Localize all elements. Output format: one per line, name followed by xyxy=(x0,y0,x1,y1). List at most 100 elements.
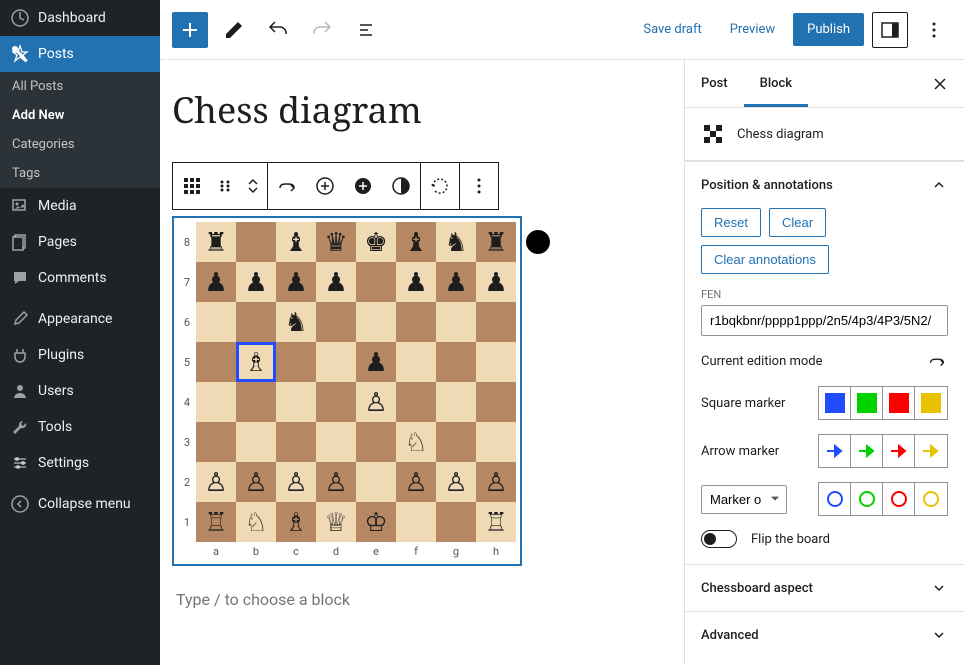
sidebar-item-plugins[interactable]: Plugins xyxy=(0,337,160,373)
square-b6[interactable] xyxy=(236,302,276,342)
edit-mode-button[interactable] xyxy=(216,12,252,48)
square-g7[interactable]: ♟ xyxy=(436,262,476,302)
square-h3[interactable] xyxy=(476,422,516,462)
square-b7[interactable]: ♟ xyxy=(236,262,276,302)
arrow-marker-blue[interactable] xyxy=(819,435,851,467)
sidebar-sub-tags[interactable]: Tags xyxy=(0,159,160,188)
square-marker-blue[interactable] xyxy=(819,387,851,419)
arrow-marker-yellow[interactable] xyxy=(915,435,947,467)
arrow-marker-green[interactable] xyxy=(851,435,883,467)
arrow-marker-red[interactable] xyxy=(883,435,915,467)
square-a7[interactable]: ♟ xyxy=(196,262,236,302)
square-f1[interactable] xyxy=(396,502,436,542)
rotate-button[interactable] xyxy=(421,163,459,209)
square-d1[interactable]: ♕ xyxy=(316,502,356,542)
square-a2[interactable]: ♙ xyxy=(196,462,236,502)
marker-select-wrap[interactable]: Marker o xyxy=(701,485,787,514)
square-d2[interactable]: ♙ xyxy=(316,462,356,502)
fen-input[interactable] xyxy=(701,305,948,336)
square-marker-yellow[interactable] xyxy=(915,387,947,419)
post-title[interactable]: Chess diagram xyxy=(172,85,672,134)
square-b1[interactable]: ♘ xyxy=(236,502,276,542)
square-e2[interactable] xyxy=(356,462,396,502)
square-d6[interactable] xyxy=(316,302,356,342)
panel-advanced-header[interactable]: Advanced xyxy=(685,611,964,658)
square-d8[interactable]: ♛ xyxy=(316,222,356,262)
panel-position-header[interactable]: Position & annotations xyxy=(685,161,964,208)
square-c6[interactable]: ♞ xyxy=(276,302,316,342)
square-a5[interactable] xyxy=(196,342,236,382)
square-f8[interactable]: ♝ xyxy=(396,222,436,262)
sidebar-item-posts[interactable]: Posts xyxy=(0,36,160,72)
arrow-tool-button[interactable] xyxy=(268,163,306,209)
tab-post[interactable]: Post xyxy=(685,60,744,107)
square-g3[interactable] xyxy=(436,422,476,462)
square-g1[interactable] xyxy=(436,502,476,542)
square-c3[interactable] xyxy=(276,422,316,462)
square-c8[interactable]: ♝ xyxy=(276,222,316,262)
square-a3[interactable] xyxy=(196,422,236,462)
square-a8[interactable]: ♜ xyxy=(196,222,236,262)
reset-button[interactable]: Reset xyxy=(701,208,761,237)
square-d3[interactable] xyxy=(316,422,356,462)
square-d4[interactable] xyxy=(316,382,356,422)
redo-button[interactable] xyxy=(304,12,340,48)
circle-marker-yellow[interactable] xyxy=(915,483,947,515)
square-g5[interactable] xyxy=(436,342,476,382)
square-b3[interactable] xyxy=(236,422,276,462)
square-g2[interactable]: ♙ xyxy=(436,462,476,502)
square-a6[interactable] xyxy=(196,302,236,342)
sidebar-sub-categories[interactable]: Categories xyxy=(0,130,160,159)
square-h1[interactable]: ♖ xyxy=(476,502,516,542)
square-g4[interactable] xyxy=(436,382,476,422)
square-f3[interactable]: ♘ xyxy=(396,422,436,462)
square-b8[interactable] xyxy=(236,222,276,262)
square-b5[interactable]: ♗ xyxy=(236,342,276,382)
chessboard-block[interactable]: 8♜♝♛♚♝♞♜7♟♟♟♟♟♟♟6♞5♗♟4♙3♘2♙♙♙♙♙♙♙1♖♘♗♕♔♖… xyxy=(172,216,522,566)
square-marker-red[interactable] xyxy=(883,387,915,419)
sidebar-sub-all-posts[interactable]: All Posts xyxy=(0,72,160,101)
square-g8[interactable]: ♞ xyxy=(436,222,476,262)
publish-button[interactable]: Publish xyxy=(793,13,864,46)
square-h5[interactable] xyxy=(476,342,516,382)
square-f5[interactable] xyxy=(396,342,436,382)
sidebar-item-appearance[interactable]: Appearance xyxy=(0,301,160,337)
square-f7[interactable]: ♟ xyxy=(396,262,436,302)
square-c5[interactable] xyxy=(276,342,316,382)
marker-select[interactable]: Marker o xyxy=(701,485,787,514)
square-e7[interactable] xyxy=(356,262,396,302)
undo-button[interactable] xyxy=(260,12,296,48)
square-c7[interactable]: ♟ xyxy=(276,262,316,302)
sidebar-sub-add-new[interactable]: Add New xyxy=(0,101,160,130)
square-h7[interactable]: ♟ xyxy=(476,262,516,302)
square-h6[interactable] xyxy=(476,302,516,342)
sidebar-item-collapse[interactable]: Collapse menu xyxy=(0,486,160,522)
document-outline-button[interactable] xyxy=(348,12,384,48)
square-f2[interactable]: ♙ xyxy=(396,462,436,502)
circle-marker-blue[interactable] xyxy=(819,483,851,515)
drag-handle[interactable] xyxy=(211,163,239,209)
square-f4[interactable] xyxy=(396,382,436,422)
square-b2[interactable]: ♙ xyxy=(236,462,276,502)
tab-block[interactable]: Block xyxy=(744,60,808,107)
square-d5[interactable] xyxy=(316,342,356,382)
square-f6[interactable] xyxy=(396,302,436,342)
circle-marker-red[interactable] xyxy=(883,483,915,515)
block-appender[interactable]: Type / to choose a block xyxy=(172,590,672,609)
panel-aspect-header[interactable]: Chessboard aspect xyxy=(685,564,964,611)
square-g6[interactable] xyxy=(436,302,476,342)
square-h2[interactable]: ♙ xyxy=(476,462,516,502)
add-piece-filled-button[interactable] xyxy=(344,163,382,209)
sidebar-item-settings[interactable]: Settings xyxy=(0,445,160,481)
contrast-button[interactable] xyxy=(382,163,420,209)
move-updown-button[interactable] xyxy=(239,163,267,209)
add-block-button[interactable] xyxy=(172,12,208,48)
square-c4[interactable] xyxy=(276,382,316,422)
square-c2[interactable]: ♙ xyxy=(276,462,316,502)
square-c1[interactable]: ♗ xyxy=(276,502,316,542)
square-a4[interactable] xyxy=(196,382,236,422)
sidebar-item-users[interactable]: Users xyxy=(0,373,160,409)
block-type-button[interactable] xyxy=(173,163,211,209)
square-b4[interactable] xyxy=(236,382,276,422)
square-e4[interactable]: ♙ xyxy=(356,382,396,422)
